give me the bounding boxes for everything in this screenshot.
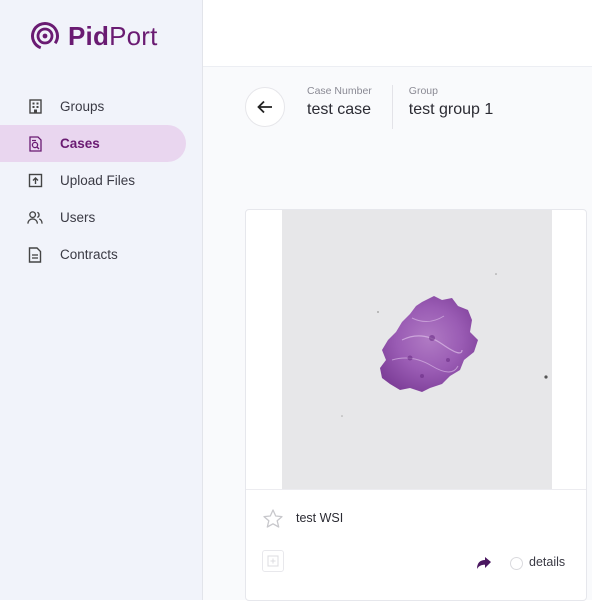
brand-name-bold: Pid: [68, 21, 110, 51]
case-search-icon: [27, 135, 43, 152]
back-button[interactable]: [245, 87, 285, 127]
upload-icon: [27, 173, 43, 189]
sidebar-item-users[interactable]: Users: [0, 199, 202, 236]
details-link[interactable]: details: [529, 555, 565, 569]
brand-name: PidPort: [68, 21, 158, 51]
wsi-card[interactable]: test WSI details: [245, 209, 587, 601]
info-icon: [510, 557, 523, 570]
favorite-button[interactable]: [262, 508, 284, 530]
case-header: Case Number test case Group test group 1: [245, 85, 493, 129]
logo: PidPort: [30, 21, 158, 51]
pidport-logo-icon: [30, 22, 59, 50]
top-bar: [203, 0, 592, 67]
sidebar-item-groups[interactable]: Groups: [0, 88, 202, 125]
sidebar-item-label: Users: [60, 210, 96, 225]
case-meta: Case Number test case Group test group 1: [307, 85, 493, 129]
sidebar: PidPort Groups Cases Upload Files Users: [0, 0, 203, 600]
arrow-left-icon: [257, 100, 272, 114]
sidebar-item-upload-files[interactable]: Upload Files: [0, 162, 202, 199]
users-icon: [27, 210, 43, 226]
case-number-label: Case Number: [307, 85, 372, 97]
sidebar-item-label: Groups: [60, 99, 105, 114]
sidebar-item-label: Contracts: [60, 247, 118, 262]
case-number-block: Case Number test case: [307, 85, 372, 120]
case-number-value: test case: [307, 101, 372, 118]
brand-name-light: Port: [109, 21, 158, 51]
wsi-name: test WSI: [296, 511, 344, 525]
share-icon[interactable]: [476, 556, 492, 570]
meta-divider: [391, 85, 393, 129]
sidebar-item-cases[interactable]: Cases: [0, 125, 202, 162]
card-divider: [246, 489, 586, 490]
document-icon: [27, 246, 43, 263]
sidebar-item-label: Cases: [60, 136, 100, 151]
sidebar-nav: Groups Cases Upload Files Users Contract…: [0, 88, 202, 273]
sidebar-item-contracts[interactable]: Contracts: [0, 236, 202, 273]
star-icon: [263, 509, 283, 528]
group-value: test group 1: [408, 101, 494, 118]
wsi-thumbnail[interactable]: [282, 210, 552, 489]
sidebar-item-label: Upload Files: [60, 173, 136, 188]
main-content: Case Number test case Group test group 1: [203, 67, 592, 601]
group-block: Group test group 1: [409, 85, 494, 120]
plus-box-icon: [267, 555, 279, 567]
building-icon: [27, 99, 43, 115]
group-label: Group: [408, 85, 438, 97]
add-button[interactable]: [262, 550, 284, 572]
